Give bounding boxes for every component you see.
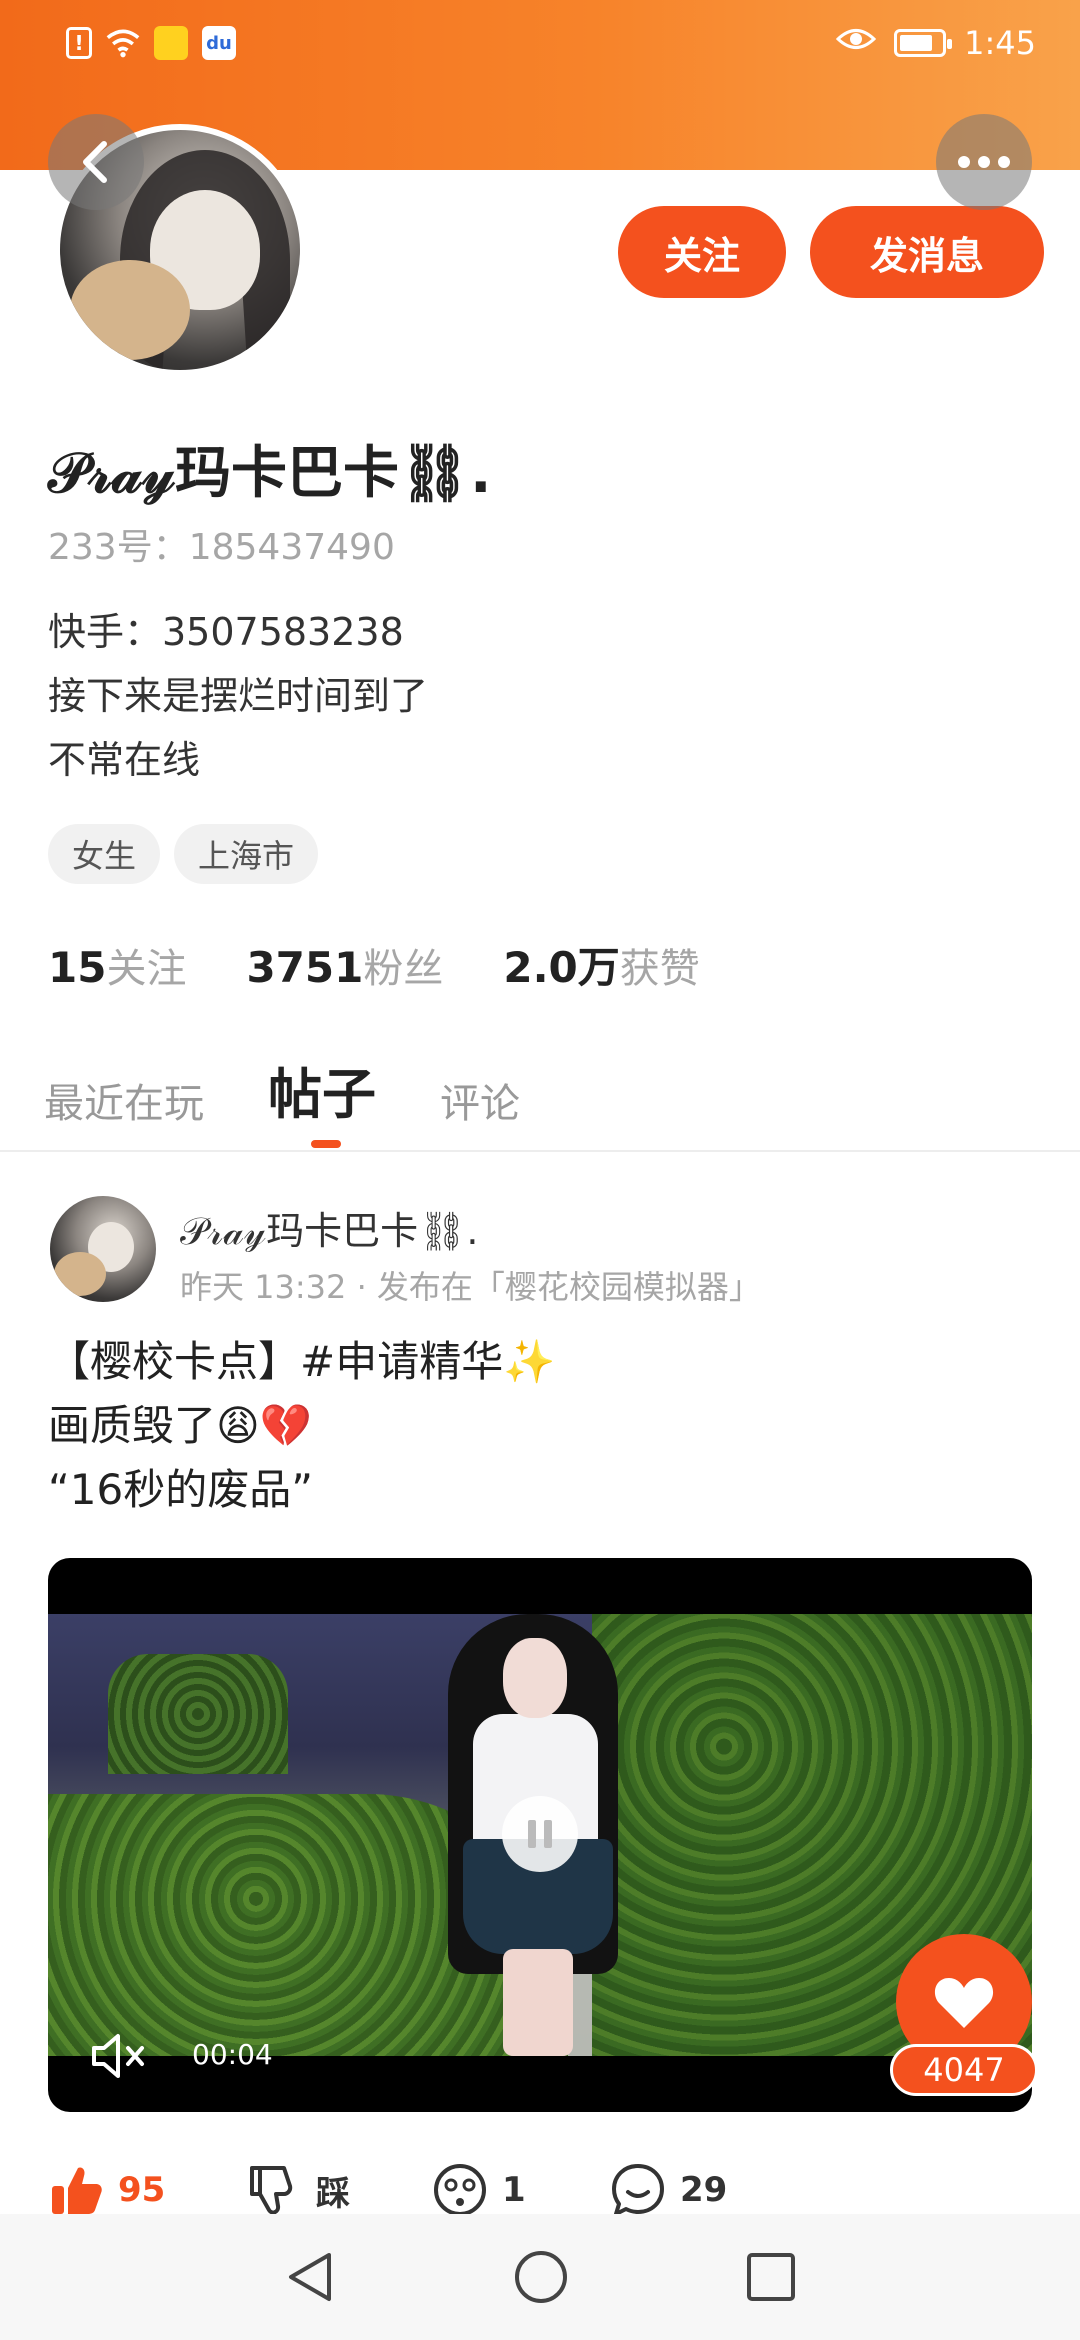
wifi-icon xyxy=(106,26,140,60)
bio-line: 接下来是摆烂时间到了 xyxy=(48,674,429,718)
post-meta[interactable]: 昨天 13:32 · 发布在「樱花校园模拟器」 xyxy=(180,1262,761,1308)
system-navigation-bar xyxy=(0,2214,1080,2340)
dot-icon xyxy=(958,156,970,168)
send-message-button[interactable]: 发消息 xyxy=(810,206,1044,298)
stat-likes-count: 2.0万 xyxy=(503,943,620,992)
divider xyxy=(0,1150,1080,1152)
post-text-line: 画质毁了😩💔 xyxy=(48,1401,313,1450)
follow-button[interactable]: 关注 xyxy=(618,206,786,298)
profile-username: 𝒫𝓇𝒶𝓎玛卡巴卡⛓. xyxy=(48,441,492,506)
stat-following[interactable]: 15关注 xyxy=(48,936,186,994)
stat-fans-count: 3751 xyxy=(246,943,364,992)
pause-icon xyxy=(528,1820,536,1848)
post-text-line: “16秒的废品” xyxy=(48,1465,313,1514)
mute-icon[interactable] xyxy=(88,2028,148,2084)
comment-icon xyxy=(612,2164,664,2216)
notification-icon xyxy=(154,26,188,60)
dizzy-face-icon xyxy=(434,2164,486,2216)
pause-button[interactable] xyxy=(502,1796,578,1872)
pause-icon-bar xyxy=(544,1820,552,1848)
comment-count: 29 xyxy=(680,2170,728,2210)
floating-like-count: 4047 xyxy=(890,2044,1038,2096)
nav-home-button[interactable] xyxy=(508,2244,574,2310)
emoji-count: 1 xyxy=(502,2170,526,2210)
tab-posts[interactable]: 帖子 xyxy=(268,1050,376,1129)
profile-id: 233号：185437490 xyxy=(48,527,395,568)
tab-comments[interactable]: 评论 xyxy=(440,1071,520,1129)
more-options-button[interactable] xyxy=(936,114,1032,210)
status-time: 1:45 xyxy=(964,24,1036,62)
like-count: 95 xyxy=(118,2170,166,2210)
profile-tags: 女生 上海市 xyxy=(48,824,319,884)
baidu-icon: du xyxy=(202,26,236,60)
stat-fans[interactable]: 3751粉丝 xyxy=(246,936,443,994)
heart-icon xyxy=(934,1978,994,2028)
bio-line: 快手：3507583238 xyxy=(48,610,404,654)
post-text[interactable]: 【樱校卡点】#申请精华✨ 画质毁了😩💔 “16秒的废品” xyxy=(48,1330,556,1522)
thumbs-up-icon xyxy=(52,2167,102,2214)
stat-following-count: 15 xyxy=(48,943,107,992)
tag-location: 上海市 xyxy=(174,824,319,884)
stat-likes-label: 获赞 xyxy=(619,946,700,992)
square-recents-icon xyxy=(747,2253,795,2301)
chevron-left-icon xyxy=(83,141,107,183)
nav-back-button[interactable] xyxy=(276,2244,342,2310)
dislike-label: 踩 xyxy=(316,2173,350,2214)
tab-recently-played[interactable]: 最近在玩 xyxy=(44,1071,204,1129)
circle-home-icon xyxy=(515,2251,567,2303)
tag-gender: 女生 xyxy=(48,824,161,884)
thumbs-down-icon xyxy=(250,2166,293,2215)
post-text-line: 【樱校卡点】#申请精华✨ xyxy=(48,1337,556,1386)
profile-bio: 快手：3507583238 接下来是摆烂时间到了 不常在线 xyxy=(48,600,428,792)
active-tab-indicator xyxy=(311,1140,341,1148)
stat-following-label: 关注 xyxy=(106,946,187,992)
stat-likes[interactable]: 2.0万获赞 xyxy=(503,934,699,995)
status-bar: ! du 1:45 xyxy=(0,0,1080,90)
eye-care-icon xyxy=(835,24,877,62)
profile-tabs: 最近在玩 帖子 评论 xyxy=(44,1050,520,1129)
alert-icon: ! xyxy=(66,27,92,59)
nav-recents-button[interactable] xyxy=(738,2244,804,2310)
bio-line: 不常在线 xyxy=(48,738,201,782)
post-author-name[interactable]: 𝒫𝓇𝒶𝓎玛卡巴卡⛓. xyxy=(180,1200,479,1255)
post-video[interactable]: 00:04 xyxy=(48,1558,1032,2112)
video-timestamp: 00:04 xyxy=(192,2038,273,2071)
battery-level xyxy=(900,35,933,51)
post-author-avatar[interactable] xyxy=(50,1196,156,1302)
back-button[interactable] xyxy=(48,114,144,210)
battery-icon xyxy=(894,29,953,57)
stat-fans-label: 粉丝 xyxy=(363,946,444,992)
triangle-back-icon xyxy=(289,2253,331,2301)
dot-icon xyxy=(978,156,990,168)
profile-stats: 15关注 3751粉丝 2.0万获赞 xyxy=(48,934,700,995)
dot-icon xyxy=(998,156,1010,168)
